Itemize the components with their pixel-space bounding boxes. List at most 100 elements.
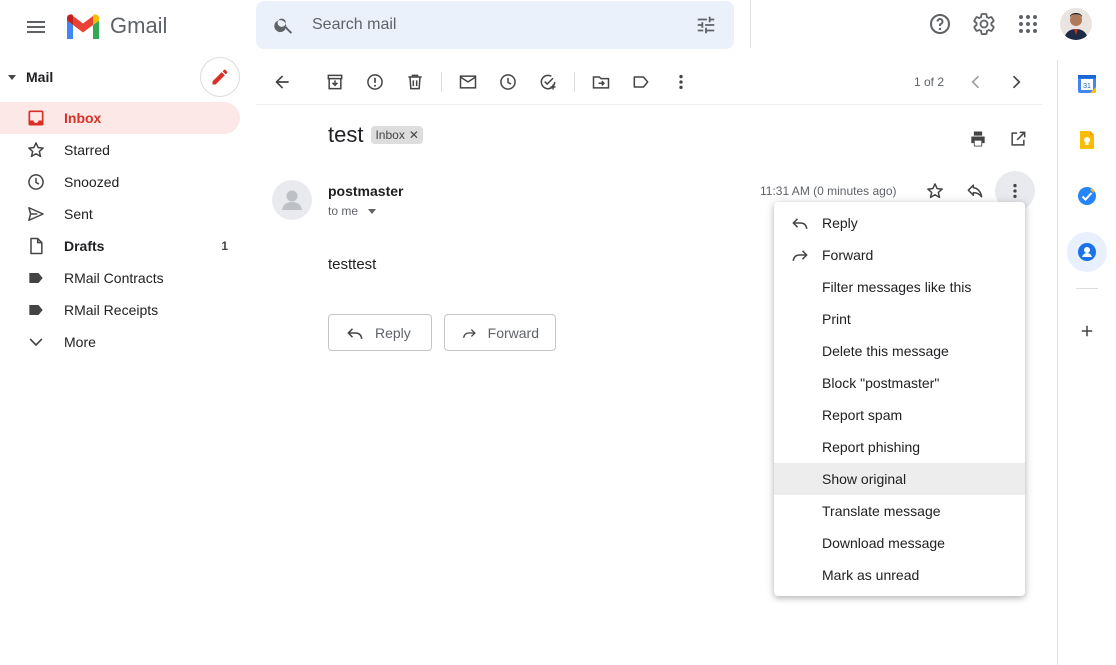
label-icon [26,268,46,288]
sidebar-item-rmail-contracts[interactable]: RMail Contracts [0,262,240,294]
delete-button[interactable] [395,62,435,102]
chevron-down-icon [26,332,46,352]
tasks-button[interactable] [1067,176,1107,216]
archive-icon [327,74,343,90]
add-to-tasks-button[interactable] [528,62,568,102]
menu-item-label: Download message [822,535,945,551]
toolbar-divider-line [256,104,1042,105]
menu-item-label: Delete this message [822,343,949,359]
page-count: 1 of 2 [913,75,944,89]
menu-item-translate[interactable]: Translate message [774,495,1025,527]
avatar-photo-icon [1060,8,1092,40]
top-right-actions [920,4,1092,44]
menu-item-report-spam[interactable]: Report spam [774,399,1025,431]
newer-button[interactable] [956,62,996,102]
message-toolbar: 1 of 2 [262,60,1042,104]
search-button[interactable] [256,14,312,36]
contacts-icon [1078,243,1096,261]
menu-item-label: Mark as unread [822,567,920,583]
contacts-button[interactable] [1067,232,1107,272]
subject-actions [958,119,1038,159]
search-bar[interactable] [256,1,734,49]
labels-button[interactable] [621,62,661,102]
mark-unread-button[interactable] [448,62,488,102]
menu-item-reply[interactable]: Reply [774,207,1025,239]
menu-item-label: Show original [822,471,907,487]
search-input[interactable] [312,1,678,49]
open-in-new-icon [1011,131,1026,146]
search-options-button[interactable] [678,14,734,36]
reply-icon [790,213,810,233]
chevron-left-icon [971,75,980,89]
archive-button[interactable] [315,62,355,102]
forward-pill-button[interactable]: Forward [444,314,556,351]
get-addons-button[interactable] [1067,311,1107,351]
menu-item-block[interactable]: Block "postmaster" [774,367,1025,399]
menu-item-mark-unread[interactable]: Mark as unread [774,559,1025,591]
side-panel-separator [1076,288,1098,289]
menu-item-forward[interactable]: Forward [774,239,1025,271]
spam-icon [367,74,383,90]
more-vert-icon [1013,183,1017,199]
star-icon [927,183,943,199]
sidebar-item-inbox[interactable]: Inbox [0,102,240,134]
sidebar-item-snoozed[interactable]: Snoozed [0,166,240,198]
more-vert-icon [679,74,683,90]
main-menu-button[interactable] [16,7,56,47]
reply-icon [967,184,983,198]
back-button[interactable] [262,62,302,102]
menu-item-delete[interactable]: Delete this message [774,335,1025,367]
menu-item-filter[interactable]: Filter messages like this [774,271,1025,303]
compose-button[interactable] [200,57,240,97]
menu-item-show-original[interactable]: Show original [774,463,1025,495]
reply-icon [347,327,363,339]
menu-item-label: Translate message [822,503,941,519]
message-body: testtest [328,256,377,273]
google-apps-button[interactable] [1008,4,1048,44]
sidebar-item-drafts[interactable]: Drafts 1 [0,230,240,262]
move-to-button[interactable] [581,62,621,102]
sender-name[interactable]: postmaster [328,183,403,199]
sidebar-item-label: Drafts [64,238,105,254]
snooze-button[interactable] [488,62,528,102]
recipient-details[interactable]: to me [328,204,377,218]
menu-item-print[interactable]: Print [774,303,1025,335]
collapse-caret-icon [8,74,16,80]
settings-button[interactable] [964,4,1004,44]
gmail-logo[interactable]: Gmail [64,10,167,42]
keep-button[interactable] [1067,120,1107,160]
sidebar-item-label: RMail Receipts [64,302,159,318]
mail-section-header[interactable]: Mail [0,56,256,98]
star-icon [26,140,46,160]
label-chip-text: Inbox [375,128,405,142]
sidebar-item-more[interactable]: More [0,326,240,358]
calendar-button[interactable]: 31 [1067,64,1107,104]
reply-pill-button[interactable]: Reply [328,314,432,351]
sidebar-item-starred[interactable]: Starred [0,134,240,166]
message-timestamp: 11:31 AM (0 minutes ago) [760,184,897,198]
sender-avatar[interactable] [272,180,312,220]
menu-item-download[interactable]: Download message [774,527,1025,559]
more-actions-button[interactable] [661,62,701,102]
forward-icon [790,245,810,265]
label-icon [26,300,46,320]
report-spam-button[interactable] [355,62,395,102]
sidebar-item-sent[interactable]: Sent [0,198,240,230]
trash-icon [408,74,422,90]
dropdown-caret-icon [368,208,377,214]
account-avatar[interactable] [1060,8,1092,40]
print-icon [971,131,985,147]
open-new-window-button[interactable] [998,119,1038,159]
inbox-label-chip[interactable]: Inbox ✕ [371,126,423,144]
pencil-icon [212,69,228,85]
sidebar-item-rmail-receipts[interactable]: RMail Receipts [0,294,240,326]
search-icon [274,18,293,34]
send-icon [26,204,46,224]
print-all-button[interactable] [958,119,998,159]
older-button[interactable] [996,62,1036,102]
support-button[interactable] [920,4,960,44]
side-panel: 31 [1058,64,1116,367]
remove-label-icon[interactable]: ✕ [409,128,419,142]
gmail-m-icon [67,14,99,39]
menu-item-report-phishing[interactable]: Report phishing [774,431,1025,463]
